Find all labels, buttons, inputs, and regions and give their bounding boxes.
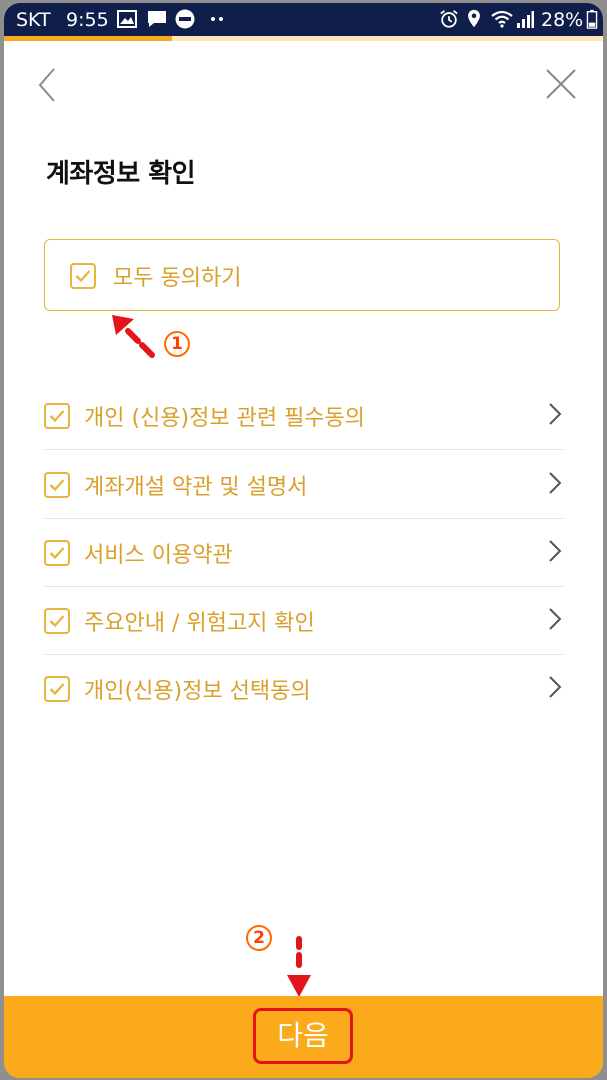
term-item-personal-info-required[interactable]: 개인 (신용)정보 관련 필수동의 — [44, 380, 564, 448]
image-icon — [117, 10, 137, 28]
battery-percent: 28% — [541, 9, 584, 31]
term-label: 주요안내 / 위험고지 확인 — [84, 611, 315, 636]
term-checkbox[interactable] — [44, 540, 70, 566]
term-checkbox[interactable] — [44, 608, 70, 634]
message-icon — [148, 11, 166, 27]
term-item-personal-info-optional[interactable]: 개인(신용)정보 선택동의 — [44, 653, 564, 721]
battery-icon — [586, 9, 598, 29]
term-label: 개인 (신용)정보 관련 필수동의 — [84, 406, 366, 431]
chevron-right-icon[interactable] — [548, 539, 562, 563]
annotation-badge-2: 2 — [246, 925, 272, 951]
term-checkbox[interactable] — [44, 403, 70, 429]
more-dots-icon — [211, 17, 223, 21]
term-label: 계좌개설 약관 및 설명서 — [84, 475, 308, 500]
checkmark-icon — [49, 479, 65, 492]
term-checkbox[interactable] — [44, 676, 70, 702]
next-button[interactable]: 다음 — [253, 1008, 353, 1064]
phone-screen: SKT 9:55 28% 계좌정보 확인 모두 동의하기 개인 (신용)정보 관… — [4, 3, 603, 1078]
wifi-icon — [491, 10, 513, 28]
term-item-account-terms[interactable]: 계좌개설 약관 및 설명서 — [44, 449, 564, 517]
agree-all-option[interactable]: 모두 동의하기 — [44, 239, 560, 311]
term-item-risk-notice[interactable]: 주요안내 / 위험고지 확인 — [44, 585, 564, 653]
annotation-badge-1: 1 — [164, 331, 190, 357]
annotation-arrow-icon — [112, 315, 155, 358]
checkmark-icon — [75, 270, 91, 283]
term-item-service-terms[interactable]: 서비스 이용약관 — [44, 517, 564, 585]
signal-icon — [517, 11, 534, 28]
band-app-icon — [175, 9, 195, 29]
term-label: 서비스 이용약관 — [84, 543, 233, 568]
checkmark-icon — [49, 410, 65, 423]
location-icon — [468, 9, 480, 28]
agree-all-label: 모두 동의하기 — [113, 266, 242, 291]
alarm-icon — [440, 10, 458, 28]
page-title: 계좌정보 확인 — [46, 159, 196, 189]
status-time: 9:55 — [66, 9, 109, 31]
bottom-action-bar: 다음 — [4, 996, 603, 1078]
chevron-right-icon[interactable] — [548, 402, 562, 426]
back-chevron-icon[interactable] — [32, 65, 62, 105]
chevron-right-icon[interactable] — [548, 471, 562, 495]
agree-all-checkbox[interactable] — [70, 263, 96, 289]
close-icon[interactable] — [544, 67, 578, 101]
checkmark-icon — [49, 615, 65, 628]
carrier-label: SKT — [16, 9, 51, 31]
chevron-right-icon[interactable] — [548, 607, 562, 631]
checkmark-icon — [49, 683, 65, 696]
checkmark-icon — [49, 547, 65, 560]
annotation-arrow-icon — [287, 936, 311, 997]
status-bar: SKT 9:55 28% — [4, 3, 603, 36]
progress-fill — [4, 36, 172, 41]
progress-bar — [4, 36, 603, 41]
term-label: 개인(신용)정보 선택동의 — [84, 679, 311, 704]
term-checkbox[interactable] — [44, 472, 70, 498]
chevron-right-icon[interactable] — [548, 675, 562, 699]
